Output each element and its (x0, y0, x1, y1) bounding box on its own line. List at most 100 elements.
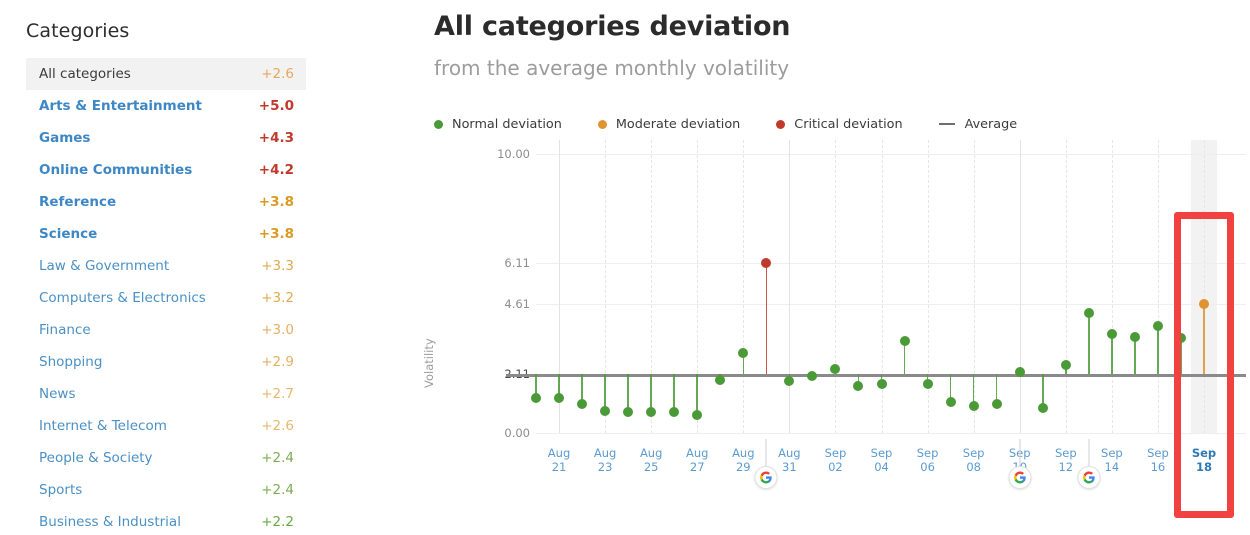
gridline-vertical (1019, 140, 1021, 433)
data-point-normal[interactable] (1060, 359, 1071, 370)
y-axis-tick: 4.61 (504, 297, 530, 312)
data-point-normal[interactable] (1014, 366, 1025, 377)
category-row[interactable]: Internet & Telecom +2.6 (26, 410, 306, 442)
google-update-icon[interactable] (754, 466, 778, 489)
data-point-normal[interactable] (715, 374, 726, 385)
category-row[interactable]: News +2.7 (26, 378, 306, 410)
data-point-normal[interactable] (1152, 320, 1163, 331)
data-point-normal[interactable] (945, 397, 956, 408)
data-point-normal[interactable] (1175, 333, 1186, 344)
data-point-normal[interactable] (646, 407, 657, 418)
category-deviation-value: +2.4 (261, 482, 294, 498)
data-point-stem (1157, 325, 1159, 375)
legend-item[interactable]: Moderate deviation (597, 116, 741, 132)
legend-dot-icon (434, 119, 443, 129)
category-row[interactable]: Finance +3.0 (26, 314, 306, 346)
x-axis-tick: Sep 02 (812, 446, 858, 474)
data-point-normal[interactable] (623, 407, 634, 418)
data-point-normal[interactable] (531, 393, 541, 404)
legend-item[interactable]: Average (938, 117, 1017, 132)
google-update-stem (1019, 439, 1021, 467)
google-update-stem (765, 439, 767, 467)
category-row[interactable]: Business & Industrial +2.2 (26, 506, 306, 535)
x-tick-month: Aug (732, 446, 755, 460)
average-line (506, 374, 1246, 377)
data-point-normal[interactable] (991, 398, 1002, 409)
x-axis-tick: Sep 08 (951, 446, 997, 474)
data-point-normal[interactable] (738, 348, 749, 359)
x-axis-tick: Sep 04 (859, 446, 905, 474)
x-tick-day: 02 (828, 460, 843, 474)
category-deviation-value: +3.0 (261, 322, 294, 338)
data-point-normal[interactable] (1129, 331, 1140, 342)
data-point-normal[interactable] (853, 380, 864, 391)
data-point-stem (1203, 304, 1205, 375)
y-axis-tick: 0.00 (504, 426, 530, 440)
x-tick-month: Sep (870, 446, 893, 460)
legend-label: Moderate deviation (615, 116, 741, 132)
category-deviation-value: +2.6 (261, 66, 294, 82)
x-axis-tick: Sep 06 (905, 446, 951, 474)
data-point-normal[interactable] (669, 407, 680, 418)
data-point-normal[interactable] (1037, 402, 1048, 413)
data-point-normal[interactable] (784, 376, 795, 387)
category-row[interactable]: Online Communities +4.2 (26, 154, 306, 186)
legend-label: Normal deviation (452, 116, 562, 132)
data-point-critical[interactable] (761, 257, 772, 268)
category-row[interactable]: Sports +2.4 (26, 474, 306, 506)
google-update-icon[interactable] (1077, 466, 1101, 489)
category-deviation-value: +2.2 (261, 514, 294, 530)
category-row[interactable]: Science +3.8 (26, 218, 306, 250)
legend-item[interactable]: Normal deviation (434, 117, 562, 132)
x-tick-month: Sep (1147, 446, 1169, 460)
data-point-stem (1134, 336, 1136, 375)
category-row[interactable]: Games +4.3 (26, 122, 306, 154)
legend-dot-icon (776, 119, 786, 129)
category-label: News (39, 386, 76, 402)
category-deviation-value: +4.2 (258, 162, 294, 178)
category-row[interactable]: Reference +3.8 (26, 186, 306, 218)
category-deviation-value: +3.8 (258, 194, 294, 210)
gridline-vertical (1065, 140, 1067, 433)
x-tick-day: 16 (1150, 460, 1166, 474)
category-deviation-value: +2.4 (261, 450, 294, 466)
x-tick-month: Sep (916, 446, 939, 460)
category-row[interactable]: People & Society +2.4 (26, 442, 306, 474)
category-row[interactable]: Arts & Entertainment +5.0 (26, 90, 306, 122)
data-point-normal[interactable] (554, 393, 565, 404)
category-label: All categories (39, 66, 131, 82)
google-update-icon[interactable] (1008, 466, 1032, 489)
data-point-stem (1111, 333, 1113, 375)
x-tick-day: 27 (689, 460, 705, 474)
data-point-normal[interactable] (600, 405, 611, 416)
data-point-normal[interactable] (830, 363, 841, 374)
data-point-normal[interactable] (577, 398, 588, 409)
category-label: Online Communities (39, 162, 193, 178)
category-row[interactable]: Computers & Electronics +3.2 (26, 282, 306, 314)
data-point-moderate[interactable] (1199, 299, 1209, 310)
category-row[interactable]: Shopping +2.9 (26, 346, 306, 378)
x-tick-month: Sep (1101, 446, 1123, 460)
data-point-normal[interactable] (968, 401, 979, 412)
x-tick-day: 08 (966, 460, 981, 474)
category-deviation-value: +5.0 (258, 98, 294, 114)
data-point-normal[interactable] (692, 409, 703, 420)
category-label: Business & Industrial (39, 514, 181, 530)
data-point-normal[interactable] (899, 335, 910, 346)
categories-list: All categories +2.6 Arts & Entertainment +5… (26, 58, 306, 535)
x-tick-month: Sep (1054, 446, 1077, 460)
category-deviation-value: +2.7 (261, 386, 294, 402)
x-tick-day: 23 (597, 460, 613, 474)
data-point-normal[interactable] (876, 379, 887, 390)
x-tick-month: Aug (593, 446, 617, 460)
x-tick-month: Aug (778, 446, 801, 460)
page-title: All categories deviation (434, 11, 791, 42)
y-axis-tick: 10.00 (497, 147, 530, 161)
category-row[interactable]: Law & Government +3.3 (26, 250, 306, 282)
data-point-normal[interactable] (922, 379, 933, 390)
data-point-normal[interactable] (1083, 308, 1094, 319)
data-point-normal[interactable] (807, 370, 818, 381)
legend-item[interactable]: Critical deviation (776, 117, 903, 132)
data-point-normal[interactable] (1106, 328, 1117, 339)
category-row[interactable]: All categories +2.6 (26, 58, 306, 90)
